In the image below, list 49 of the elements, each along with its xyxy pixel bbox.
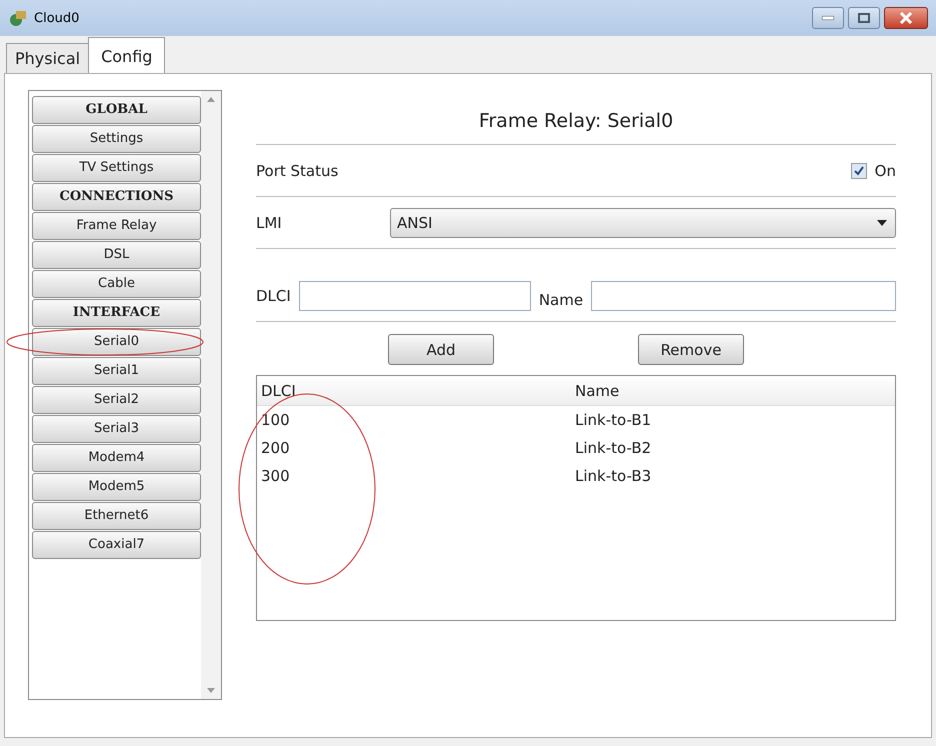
scrollbar[interactable] [201, 91, 221, 699]
section-header[interactable]: INTERFACE [32, 299, 201, 327]
maximize-icon [858, 13, 870, 23]
tab[interactable]: Physical [6, 43, 90, 73]
caret-icon [877, 220, 887, 226]
column-header: DLCI [260, 382, 297, 400]
scroll-down-icon[interactable] [207, 688, 215, 693]
lmi-dropdown[interactable]: ANSI [390, 208, 896, 238]
field-label: Name [538, 291, 584, 311]
sidebar-item[interactable]: TV Settings [32, 154, 201, 182]
close-button[interactable] [884, 7, 928, 29]
sidebar-item[interactable]: Ethernet6 [32, 502, 201, 530]
sidebar-item[interactable]: Modem4 [32, 444, 201, 472]
sidebar-item[interactable]: Serial3 [32, 415, 201, 443]
table-cell: Link-to-B2 [575, 439, 652, 457]
sidebar-item[interactable]: Cable [32, 270, 201, 298]
scroll-up-icon[interactable] [207, 97, 215, 102]
table-cell: Link-to-B1 [575, 411, 652, 429]
window-title: Cloud0 [34, 10, 80, 26]
sidebar-item[interactable]: Serial0 [32, 328, 201, 356]
tab[interactable]: Config [88, 37, 166, 73]
field-label: LMI [256, 214, 282, 232]
column-header: Name [575, 382, 620, 400]
sidebar-item[interactable]: Coaxial7 [32, 531, 201, 559]
table-cell-text: 300 [260, 467, 291, 485]
maximize-button[interactable] [848, 7, 880, 29]
sidebar-item[interactable]: Modem5 [32, 473, 201, 501]
sidebar-item[interactable]: Serial2 [32, 386, 201, 414]
name-input-field[interactable] [591, 281, 896, 311]
action-button[interactable]: Add [388, 334, 494, 365]
close-icon [899, 12, 913, 24]
action-button[interactable]: Remove [638, 334, 744, 365]
dlci-input-field[interactable] [298, 281, 531, 311]
section-header[interactable]: CONNECTIONS [32, 183, 201, 211]
sidebar-item[interactable]: Frame Relay [32, 212, 201, 240]
table-cell: Link-to-B3 [575, 467, 652, 485]
sidebar-item[interactable]: Settings [32, 125, 201, 153]
field-label: Port Status [256, 162, 338, 180]
table-cell-text: 200 [260, 439, 291, 457]
sidebar-item[interactable]: DSL [32, 241, 201, 269]
minimize-button[interactable] [812, 7, 844, 29]
section-header[interactable]: GLOBAL [32, 96, 201, 124]
sidebar-item[interactable]: Serial1 [32, 357, 201, 385]
checkbox-label: On [874, 162, 896, 180]
table-cell-text: 100 [260, 411, 291, 429]
checkbox[interactable] [850, 162, 867, 178]
minimize-icon [822, 16, 834, 20]
panel-title: Frame Relay: Serial0 [256, 110, 896, 145]
field-label: DLCI [256, 287, 291, 307]
